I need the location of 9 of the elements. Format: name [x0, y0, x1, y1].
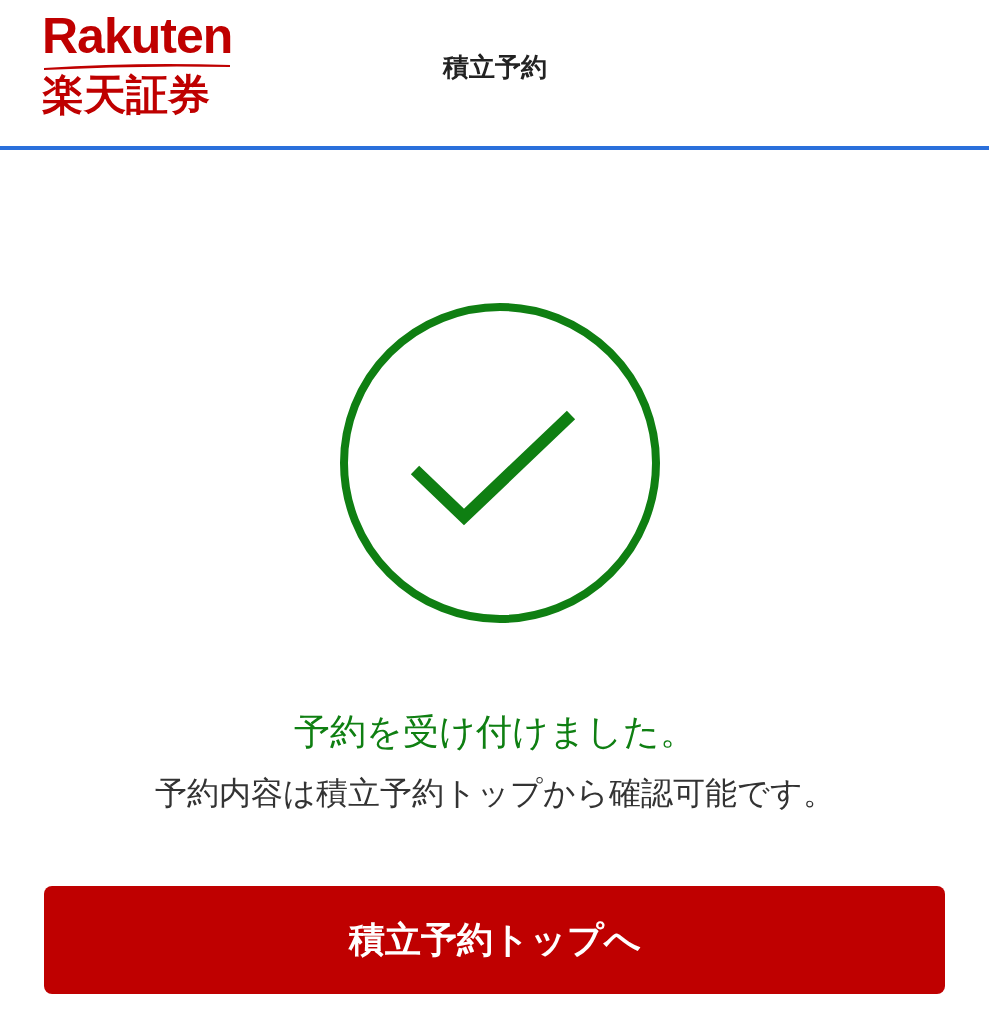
logo-swoosh-icon [42, 62, 232, 70]
info-note: 予約内容は積立予約トップから確認可能です。 [154, 774, 835, 813]
reservation-top-button[interactable]: 積立予約トップへ [44, 886, 945, 994]
success-message: 予約を受け付けました。 [293, 710, 696, 754]
success-check-icon [338, 302, 661, 624]
logo-name: 楽天証券 [42, 70, 210, 120]
logo[interactable]: Rakuten 楽天証券 [42, 8, 233, 120]
logo-brand: Rakuten [42, 8, 233, 64]
page-title: 積立予約 [442, 50, 547, 84]
